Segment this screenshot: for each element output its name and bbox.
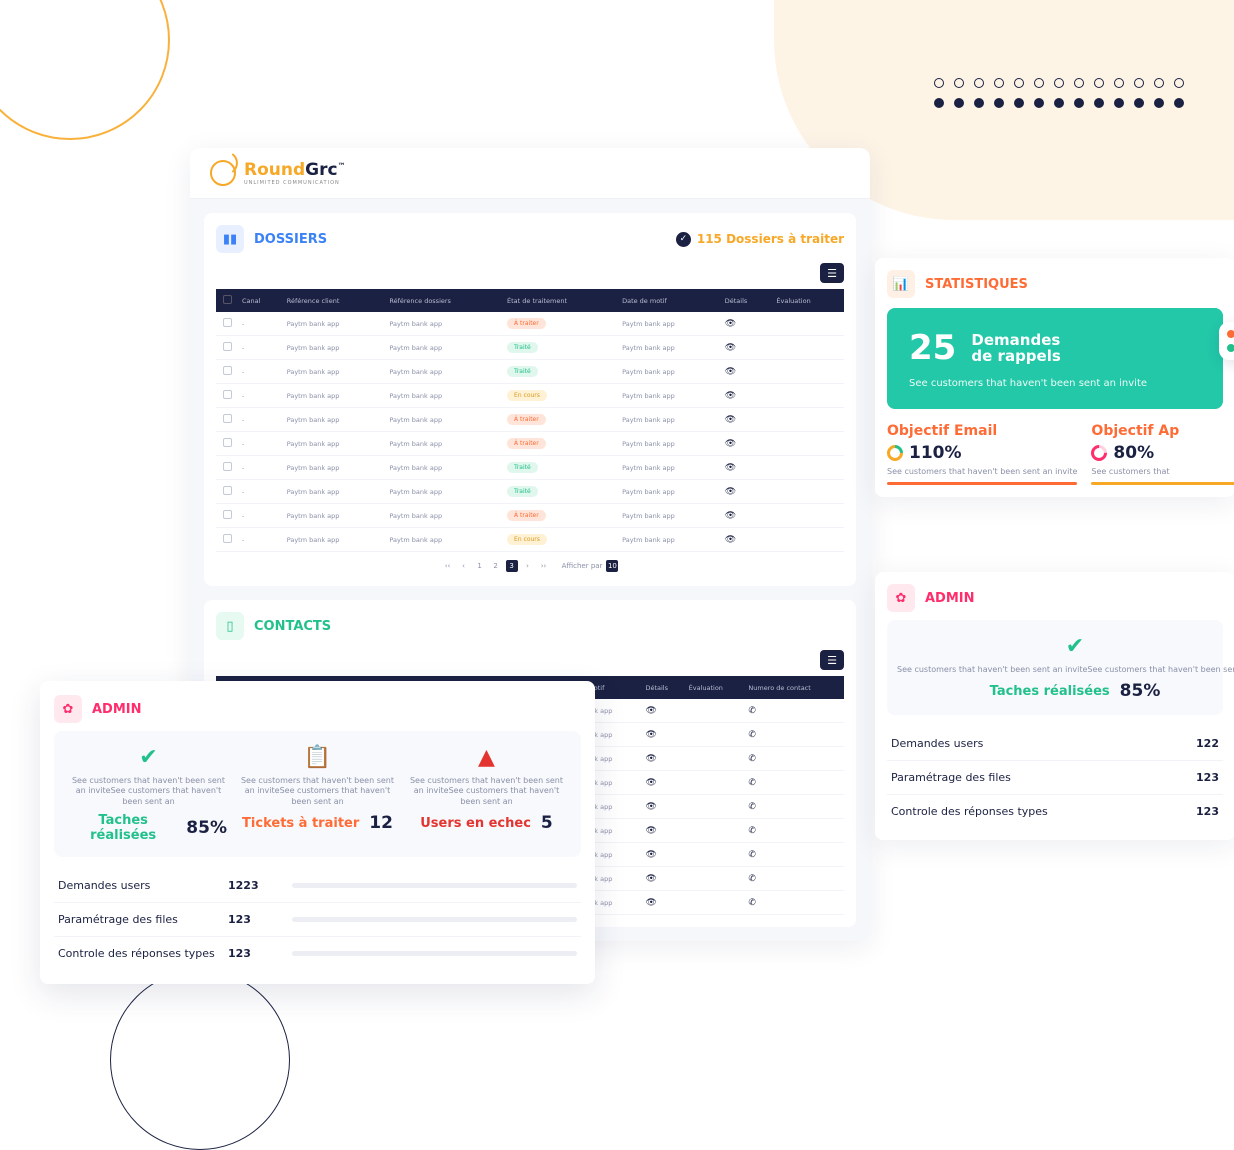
- dossiers-count: ✓115 Dossiers à traiter: [676, 232, 844, 247]
- filter-button[interactable]: ☰: [820, 650, 844, 670]
- warning-icon: ▲: [408, 745, 565, 770]
- eye-icon: 👁: [645, 802, 656, 812]
- filter-button[interactable]: ☰: [820, 263, 844, 283]
- stats-panel: 📊 STATISTIQUES 25 Demandesde rappels See …: [875, 258, 1234, 497]
- phone-icon: ✆: [748, 778, 756, 788]
- table-row[interactable]: -Paytm bank appPaytm bank appÀ traiterPa…: [216, 408, 844, 432]
- chart-icon: 📊: [887, 270, 915, 298]
- gauge-icon: [884, 442, 907, 465]
- callback-card[interactable]: 25 Demandesde rappels See customers that…: [887, 308, 1223, 409]
- clipboard-icon: 📋: [239, 745, 396, 770]
- dossiers-panel: ▮▮ DOSSIERS ✓115 Dossiers à traiter ☰ Can…: [204, 213, 856, 586]
- list-item[interactable]: Controle des réponses types123: [54, 936, 581, 970]
- phone-icon: ✆: [748, 754, 756, 764]
- admin-title: ADMIN: [925, 591, 975, 606]
- eye-icon: 👁: [725, 367, 736, 377]
- table-row[interactable]: -Paytm bank appPaytm bank appTraitéPaytm…: [216, 480, 844, 504]
- table-row[interactable]: -Paytm bank appPaytm bank appEn coursPay…: [216, 528, 844, 552]
- eye-icon: 👁: [725, 415, 736, 425]
- table-row[interactable]: -Paytm bank appPaytm bank appTraitéPaytm…: [216, 336, 844, 360]
- dossiers-title: DOSSIERS: [254, 232, 327, 247]
- logo-text: RoundGrc™: [244, 160, 346, 180]
- decor-arc-navy: [110, 970, 290, 1150]
- list-item[interactable]: Demandes users122: [887, 727, 1223, 760]
- kpi-tickets: 📋 See customers that haven't been sent a…: [233, 745, 402, 843]
- eye-icon: 👁: [645, 730, 656, 740]
- eye-icon: 👁: [645, 898, 656, 908]
- list-item[interactable]: Controle des réponses types123: [887, 794, 1223, 828]
- logo-tagline: UNLIMITED COMMUNICATION: [244, 180, 346, 186]
- kpi-tasks: ✔ See customers that haven't been sent a…: [897, 634, 1234, 701]
- phone-icon: ✆: [748, 898, 756, 908]
- eye-icon: 👁: [725, 439, 736, 449]
- check-icon: ✔: [70, 745, 227, 770]
- gauge-icon: [1088, 442, 1111, 465]
- eye-icon: 👁: [725, 463, 736, 473]
- table-row[interactable]: -Paytm bank appPaytm bank appÀ traiterPa…: [216, 504, 844, 528]
- table-row[interactable]: -Paytm bank appPaytm bank appTraitéPaytm…: [216, 360, 844, 384]
- shield-icon: ✿: [54, 695, 82, 723]
- eye-icon: 👁: [725, 343, 736, 353]
- eye-icon: 👁: [645, 706, 656, 716]
- admin-panel-float: ✿ ADMIN ✔ See customers that haven't been…: [40, 681, 595, 984]
- callback-sub: See customers that haven't been sent an …: [909, 378, 1201, 389]
- eye-icon: 👁: [645, 850, 656, 860]
- contacts-icon: ▯: [216, 612, 244, 640]
- table-row[interactable]: -Paytm bank appPaytm bank appÀ traiterPa…: [216, 432, 844, 456]
- shield-icon: ✿: [887, 584, 915, 612]
- phone-icon: ✆: [748, 826, 756, 836]
- admin-title: ADMIN: [92, 702, 142, 717]
- stats-title: STATISTIQUES: [925, 277, 1028, 292]
- phone-icon: ✆: [748, 874, 756, 884]
- eye-icon: 👁: [645, 826, 656, 836]
- decor-arc-orange: [0, 0, 170, 140]
- contacts-title: CONTACTS: [254, 619, 331, 634]
- objective-app[interactable]: Objectif Ap 80% See customers that: [1091, 423, 1234, 485]
- check-icon: ✔: [897, 634, 1234, 659]
- eye-icon: 👁: [725, 487, 736, 497]
- check-circle-icon: ✓: [676, 232, 691, 247]
- list-item[interactable]: Demandes users1223: [54, 869, 581, 902]
- decor-dots: [934, 78, 1184, 108]
- eye-icon: 👁: [645, 754, 656, 764]
- table-row[interactable]: -Paytm bank appPaytm bank appTraitéPaytm…: [216, 456, 844, 480]
- list-item[interactable]: Paramétrage des files123: [54, 902, 581, 936]
- kpi-tasks: ✔ See customers that haven't been sent a…: [64, 745, 233, 843]
- eye-icon: 👁: [725, 535, 736, 545]
- eye-icon: 👁: [645, 778, 656, 788]
- phone-icon: ✆: [748, 850, 756, 860]
- eye-icon: 👁: [725, 511, 736, 521]
- dossiers-table: CanalRéférence clientRéférence dossiersÉ…: [216, 289, 844, 552]
- phone-icon: ✆: [748, 730, 756, 740]
- phone-icon: ✆: [748, 706, 756, 716]
- admin-panel-right: ✿ ADMIN ✔ See customers that haven't been…: [875, 572, 1234, 840]
- logo-icon: [210, 160, 236, 186]
- eye-icon: 👁: [725, 319, 736, 329]
- pager[interactable]: ‹‹‹123››› Afficher par 10: [216, 552, 844, 574]
- folder-icon: ▮▮: [216, 225, 244, 253]
- table-row[interactable]: -Paytm bank appPaytm bank appEn coursPay…: [216, 384, 844, 408]
- list-item[interactable]: Paramétrage des files123: [887, 760, 1223, 794]
- eye-icon: 👁: [645, 874, 656, 884]
- table-row[interactable]: -Paytm bank appPaytm bank appÀ traiterPa…: [216, 312, 844, 336]
- app-header: RoundGrc™ UNLIMITED COMMUNICATION: [190, 148, 870, 199]
- eye-icon: 👁: [725, 391, 736, 401]
- phone-icon: ✆: [748, 802, 756, 812]
- legend-popover: — —: [1219, 322, 1234, 360]
- objective-email[interactable]: Objectif Email 110% See customers that h…: [887, 423, 1077, 485]
- kpi-failed: ▲ See customers that haven't been sent a…: [402, 745, 571, 843]
- callback-count: 25: [909, 328, 956, 368]
